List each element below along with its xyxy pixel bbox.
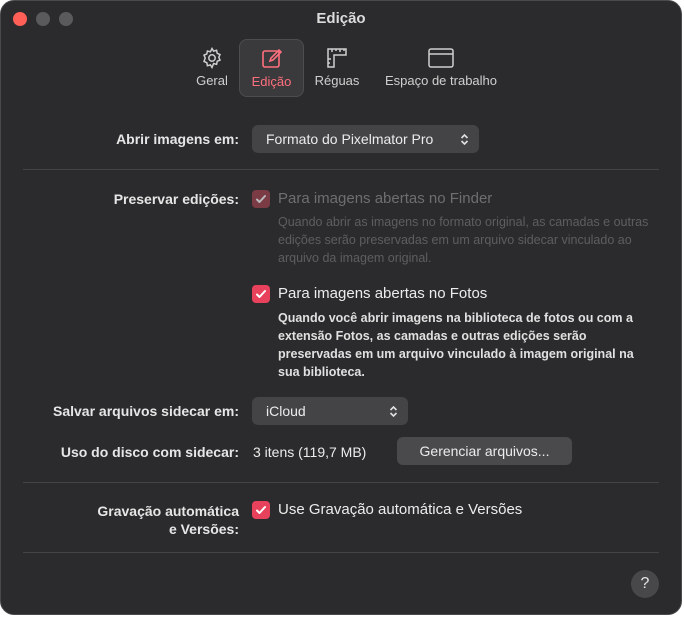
chevron-updown-icon bbox=[460, 133, 469, 146]
preferences-toolbar: Geral Edição Réguas Espaço de trabalho bbox=[1, 39, 681, 97]
autosave-checkbox[interactable] bbox=[252, 501, 270, 519]
finder-option-label: Para imagens abertas no Finder bbox=[278, 190, 493, 207]
autosave-option-label: Use Gravação automática e Versões bbox=[278, 501, 523, 518]
tab-workspace[interactable]: Espaço de trabalho bbox=[375, 39, 507, 97]
open-images-value: Formato do Pixelmator Pro bbox=[266, 131, 434, 147]
autosave-label-line2: e Versões: bbox=[168, 521, 239, 537]
manage-files-button[interactable]: Gerenciar arquivos... bbox=[397, 437, 572, 465]
separator bbox=[23, 169, 659, 170]
preserve-edits-label: Preservar edições: bbox=[113, 191, 239, 207]
sidecar-location-popup[interactable]: iCloud bbox=[252, 397, 408, 425]
tab-edit-label: Edição bbox=[251, 74, 292, 89]
tab-edit[interactable]: Edição bbox=[239, 39, 304, 97]
chevron-updown-icon bbox=[389, 405, 398, 418]
tab-workspace-label: Espaço de trabalho bbox=[384, 73, 498, 88]
separator bbox=[23, 482, 659, 483]
gear-icon bbox=[200, 45, 224, 71]
edit-icon bbox=[260, 46, 284, 72]
help-button[interactable]: ? bbox=[631, 570, 659, 598]
autosave-label: Gravação automática e Versões: bbox=[97, 502, 239, 538]
open-images-label: Abrir imagens em: bbox=[116, 131, 239, 147]
disk-usage-value: 3 itens (119,7 MB) bbox=[253, 444, 367, 460]
sidecar-location-value: iCloud bbox=[266, 403, 306, 419]
photos-checkbox[interactable] bbox=[252, 285, 270, 303]
finder-checkbox[interactable] bbox=[252, 190, 270, 208]
checkmark-icon bbox=[256, 195, 266, 203]
finder-option-description: Quando abrir as imagens no formato origi… bbox=[278, 215, 649, 265]
separator bbox=[23, 552, 659, 553]
checkmark-icon bbox=[256, 506, 266, 514]
window-title: Edição bbox=[316, 10, 366, 27]
photos-option-label: Para imagens abertas no Fotos bbox=[278, 285, 488, 302]
preferences-window: Edição Geral Edição Réguas Espaço de tra… bbox=[0, 0, 682, 615]
autosave-label-line1: Gravação automática bbox=[97, 503, 239, 519]
open-images-popup[interactable]: Formato do Pixelmator Pro bbox=[252, 125, 479, 153]
tab-rulers[interactable]: Réguas bbox=[309, 39, 365, 97]
tab-rulers-label: Réguas bbox=[314, 73, 360, 88]
ruler-icon bbox=[325, 45, 349, 71]
disk-usage-label: Uso do disco com sidecar: bbox=[60, 444, 239, 460]
checkmark-icon bbox=[256, 290, 266, 298]
window-icon bbox=[427, 45, 455, 71]
tab-general-label: Geral bbox=[196, 73, 228, 88]
sidecar-label: Salvar arquivos sidecar em: bbox=[53, 403, 239, 419]
tab-general[interactable]: Geral bbox=[189, 39, 235, 97]
photos-option-description: Quando você abrir imagens na biblioteca … bbox=[278, 311, 634, 379]
